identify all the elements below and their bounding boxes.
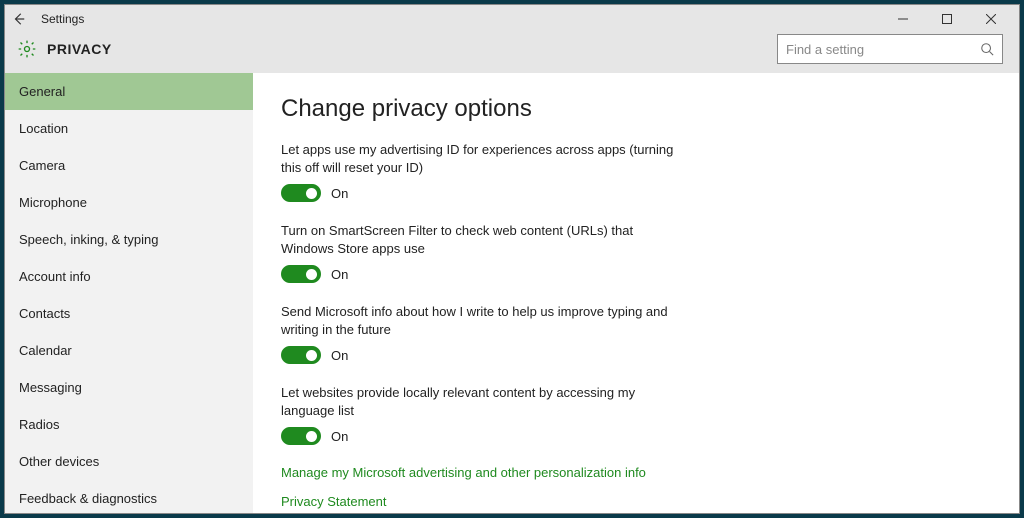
privacy-option: Send Microsoft info about how I write to… [281, 303, 681, 364]
sidebar-item-contacts[interactable]: Contacts [5, 295, 253, 332]
sidebar-item-general[interactable]: General [5, 73, 253, 110]
sidebar-item-location[interactable]: Location [5, 110, 253, 147]
option-label: Send Microsoft info about how I write to… [281, 303, 681, 338]
sidebar-item-feedback-diagnostics[interactable]: Feedback & diagnostics [5, 480, 253, 513]
toggle-switch[interactable] [281, 184, 321, 202]
sidebar-item-label: Microphone [19, 195, 87, 210]
sidebar-item-speech-inking-typing[interactable]: Speech, inking, & typing [5, 221, 253, 258]
sidebar-item-camera[interactable]: Camera [5, 147, 253, 184]
privacy-option: Let apps use my advertising ID for exper… [281, 141, 681, 202]
sidebar-item-messaging[interactable]: Messaging [5, 369, 253, 406]
sidebar-item-label: Camera [19, 158, 65, 173]
back-arrow-icon [12, 12, 26, 26]
back-button[interactable] [11, 11, 27, 27]
header: PRIVACY [5, 33, 1019, 73]
sidebar: General Location Camera Microphone Speech, i… [5, 73, 253, 513]
close-button[interactable] [969, 5, 1013, 33]
toggle-row: On [281, 265, 681, 283]
sidebar-item-label: General [19, 84, 65, 99]
toggle-state-label: On [331, 186, 348, 201]
toggle-row: On [281, 346, 681, 364]
titlebar: Settings [5, 5, 1019, 33]
toggle-switch[interactable] [281, 346, 321, 364]
option-label: Let apps use my advertising ID for exper… [281, 141, 681, 176]
gear-icon [17, 39, 37, 59]
content-heading: Change privacy options [281, 95, 991, 123]
search-input[interactable] [786, 42, 980, 57]
sidebar-item-label: Calendar [19, 343, 72, 358]
toggle-switch[interactable] [281, 427, 321, 445]
sidebar-item-label: Radios [19, 417, 59, 432]
toggle-state-label: On [331, 429, 348, 444]
sidebar-item-radios[interactable]: Radios [5, 406, 253, 443]
page-title: PRIVACY [47, 41, 112, 57]
search-icon [980, 42, 994, 56]
settings-window: Settings PRIVACY GeneralLocati [4, 4, 1020, 514]
sidebar-item-label: Other devices [19, 454, 99, 469]
privacy-option: Let websites provide locally relevant co… [281, 384, 681, 445]
maximize-icon [942, 14, 952, 24]
maximize-button[interactable] [925, 5, 969, 33]
sidebar-item-other-devices[interactable]: Other devices [5, 443, 253, 480]
option-label: Turn on SmartScreen Filter to check web … [281, 222, 681, 257]
sidebar-item-label: Messaging [19, 380, 82, 395]
close-icon [986, 14, 996, 24]
search-box[interactable] [777, 34, 1003, 64]
sidebar-item-label: Speech, inking, & typing [19, 232, 158, 247]
sidebar-item-microphone[interactable]: Microphone [5, 184, 253, 221]
toggle-switch[interactable] [281, 265, 321, 283]
content: Change privacy options Let apps use my a… [253, 73, 1019, 513]
body: General Location Camera Microphone Speech, i… [5, 73, 1019, 513]
content-link[interactable]: Manage my Microsoft advertising and othe… [281, 465, 991, 480]
sidebar-item-calendar[interactable]: Calendar [5, 332, 253, 369]
toggle-state-label: On [331, 267, 348, 282]
sidebar-item-label: Contacts [19, 306, 70, 321]
toggle-state-label: On [331, 348, 348, 363]
sidebar-item-account-info[interactable]: Account info [5, 258, 253, 295]
sidebar-item-label: Account info [19, 269, 91, 284]
minimize-icon [898, 14, 908, 24]
toggle-row: On [281, 427, 681, 445]
sidebar-item-label: Feedback & diagnostics [19, 491, 157, 506]
minimize-button[interactable] [881, 5, 925, 33]
sidebar-item-label: Location [19, 121, 68, 136]
content-link[interactable]: Privacy Statement [281, 494, 991, 509]
window-title: Settings [41, 12, 84, 26]
toggle-row: On [281, 184, 681, 202]
privacy-option: Turn on SmartScreen Filter to check web … [281, 222, 681, 283]
option-label: Let websites provide locally relevant co… [281, 384, 681, 419]
